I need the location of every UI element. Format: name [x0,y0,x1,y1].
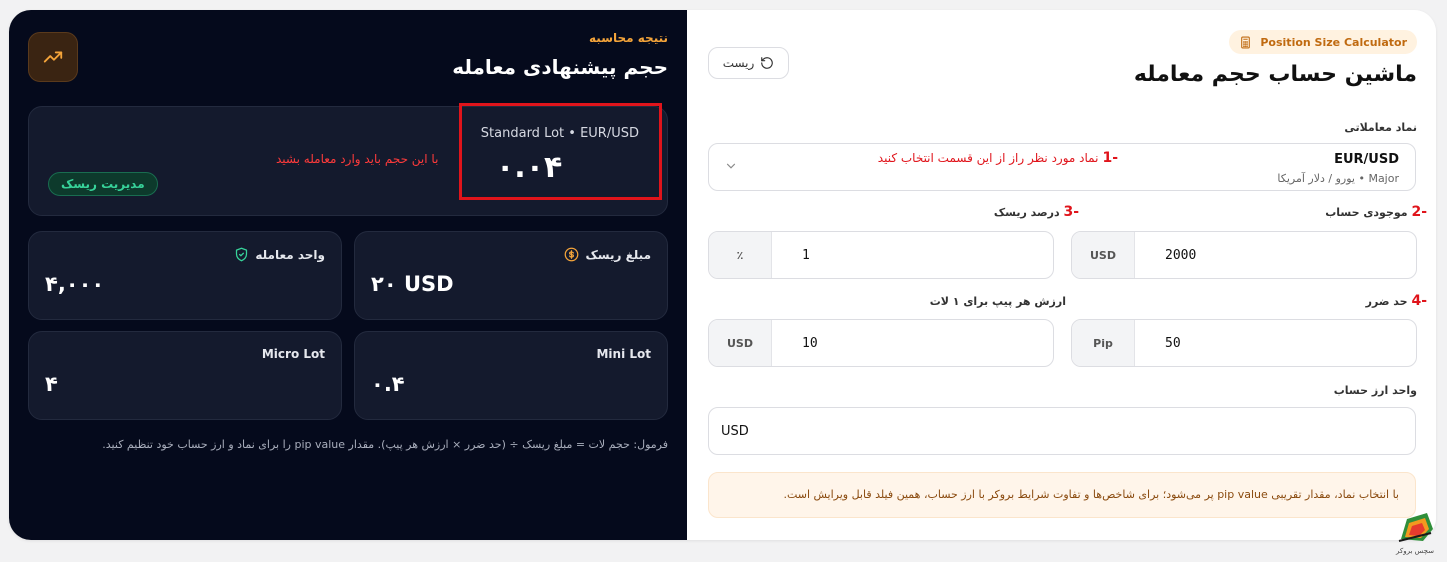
symbol-hint-number: -1 [1102,150,1118,166]
risk-label: درصد ریسک [993,206,1060,219]
pip-unit: USD [709,320,772,366]
symbol-hint-text: نماد مورد نظر راز از این قسمت انتخاب کنی… [877,151,1099,165]
risk-amount-card: مبلغ ریسک ۲۰ USD [354,231,668,320]
stop-number: -4 [1411,293,1427,309]
currency-input[interactable] [709,408,1415,454]
calculator-badge: Position Size Calculator [1229,30,1417,54]
trade-units-value: ۴,۰۰۰ [45,272,105,296]
result-title: حجم پیشنهادی معامله [452,55,668,79]
lot-annotation: با این حجم باید وارد معامله بشید [276,152,439,166]
dollar-coin-icon [565,247,579,262]
balance-field: USD [1071,231,1417,279]
broker-logo: سچس بروکر [1393,509,1437,559]
micro-lot-card: Micro Lot ۴ [28,331,342,420]
standard-lot-caption: Standard Lot • EUR/USD [480,126,639,141]
stop-label: حد ضرر [1365,295,1408,308]
lot-type: Standard Lot [480,126,565,141]
micro-lot-value: ۴ [45,372,58,396]
balance-unit: USD [1072,232,1135,278]
pip-value-input[interactable] [772,320,1053,366]
result-symbol: EUR/USD [580,126,639,141]
calculator-icon [1241,36,1251,48]
result-panel: نتیجه محاسبه حجم پیشنهادی معامله مدیریت … [9,10,687,540]
info-note: با انتخاب نماد، مقدار تقریبی pip value پ… [708,472,1416,518]
shield-check-icon [236,247,248,262]
broker-logo-text: سچس بروکر [1396,547,1434,555]
symbol-label: نماد معاملاتی [1344,121,1417,134]
symbol-hint: -1 نماد مورد نظر راز از این قسمت انتخاب … [878,150,1118,166]
balance-label: موجودی حساب [1325,206,1408,219]
chevron-down-icon [726,163,736,169]
risk-amount-value: ۲۰ USD [371,272,454,296]
pip-value-label: ارزش هر پیپ برای ۱ لات [929,295,1066,308]
currency-label: واحد ارز حساب [1333,384,1417,397]
trending-up-icon [43,51,63,63]
risk-unit: ٪ [709,232,772,278]
stop-loss-input[interactable] [1135,320,1416,366]
formula-note: فرمول: حجم لات = مبلغ ریسک ÷ (حد ضرر × ا… [102,438,668,451]
pip-value-field: USD [708,319,1054,367]
mini-lot-label: Mini Lot [596,347,651,361]
risk-management-badge: مدیریت ریسک [48,172,158,196]
risk-input[interactable] [772,232,1053,278]
reset-label: ریست [722,56,755,70]
trade-units-card: واحد معامله ۴,۰۰۰ [28,231,342,320]
mini-lot-value: ۰.۴ [371,372,405,396]
page-title: ماشین حساب حجم معامله [1133,62,1417,87]
reset-button[interactable]: ریست [708,47,789,79]
risk-number: -3 [1063,204,1079,220]
calculator-card: نتیجه محاسبه حجم پیشنهادی معامله مدیریت … [9,10,1436,540]
symbol-description: Major • یورو / دلار آمریکا [1277,172,1399,185]
micro-lot-label: Micro Lot [261,347,325,361]
balance-input[interactable] [1135,232,1416,278]
reset-icon [761,57,774,69]
standard-lot-value: ۰.۰۴ [496,150,563,185]
balance-label-row: -2 موجودی حساب [1325,204,1427,220]
stop-unit: Pip [1072,320,1135,366]
balance-number: -2 [1411,204,1427,220]
result-subtitle: نتیجه محاسبه [589,31,668,45]
symbol-name: EUR/USD [1334,152,1399,167]
stop-label-row: -4 حد ضرر [1366,293,1427,309]
stop-loss-field: Pip [1071,319,1417,367]
trade-units-label: واحد معامله [255,247,325,262]
info-text: با انتخاب نماد، مقدار تقریبی pip value پ… [783,488,1399,501]
mini-lot-card: Mini Lot ۰.۴ [354,331,668,420]
risk-label-row: -3 درصد ریسک [994,204,1079,220]
calculator-badge-label: Position Size Calculator [1260,35,1407,49]
broker-logo-icon [1398,513,1433,542]
currency-field [708,407,1416,455]
risk-amount-label: مبلغ ریسک [585,247,651,262]
risk-field: ٪ [708,231,1054,279]
symbol-select[interactable]: EUR/USD Major • یورو / دلار آمریکا -1 نم… [708,143,1416,191]
form-panel: Position Size Calculator ریست ماشین حساب… [687,10,1436,540]
trend-button[interactable] [28,32,78,82]
standard-lot-highlight: Standard Lot • EUR/USD ۰.۰۴ [459,103,662,200]
